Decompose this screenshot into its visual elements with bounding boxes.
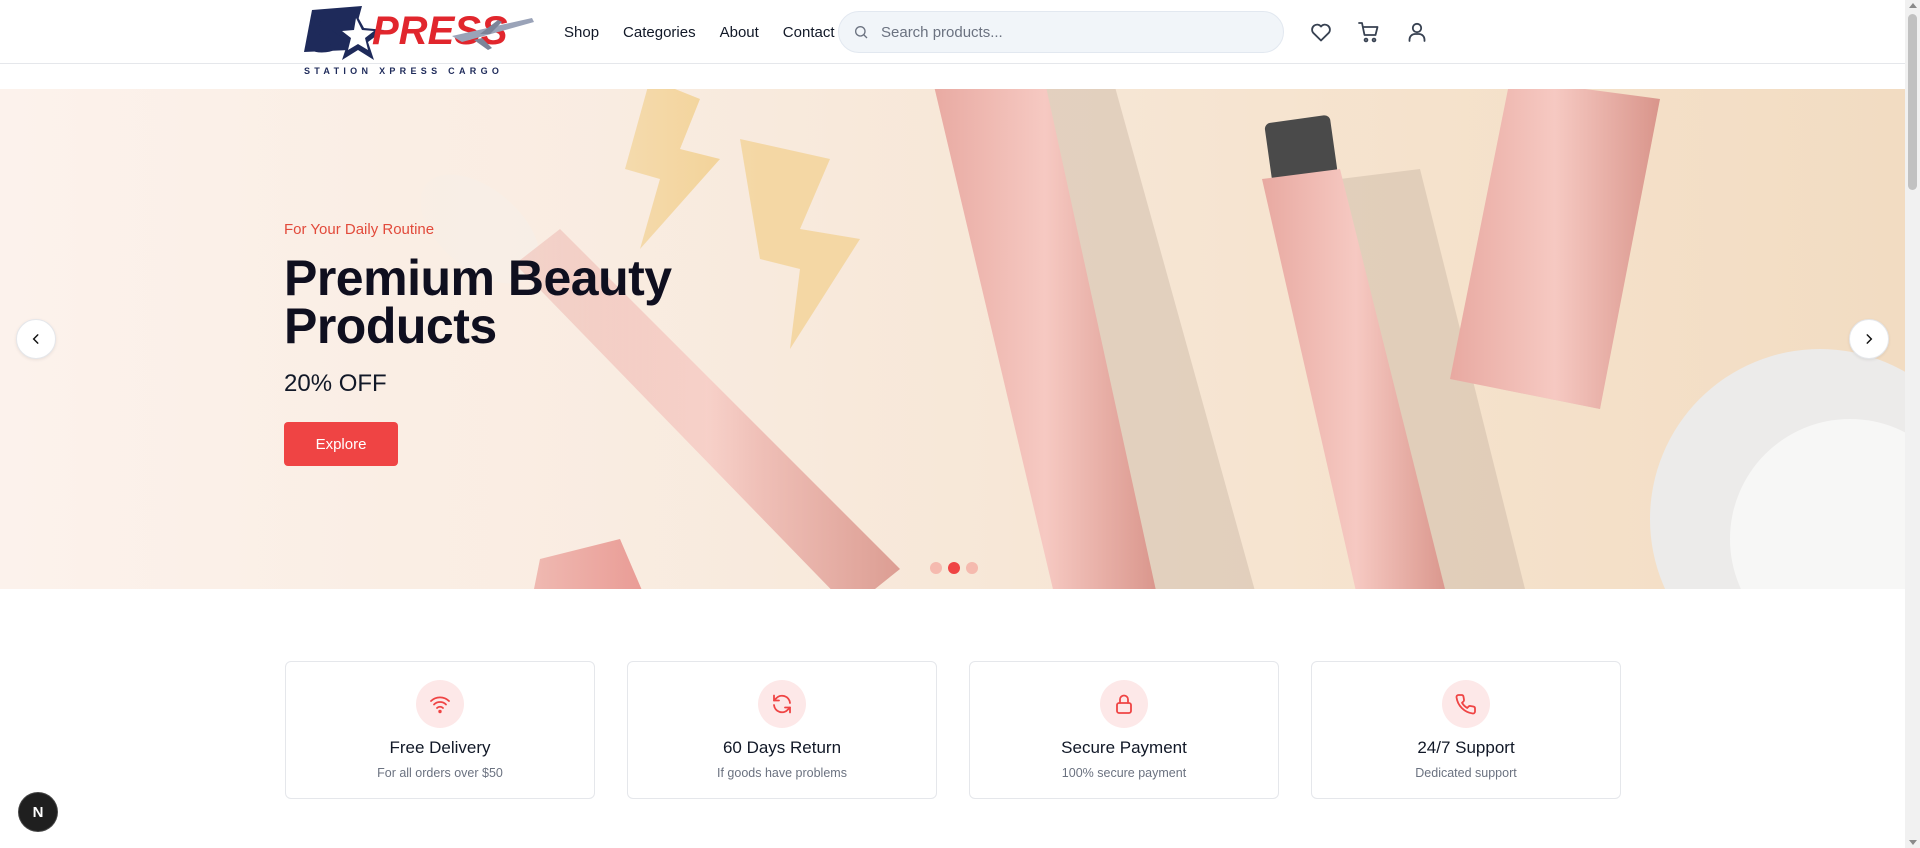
page-scrollbar[interactable] [1905, 0, 1920, 848]
feature-desc: If goods have problems [717, 766, 847, 780]
feature-icon-wrap [758, 680, 806, 728]
nav-contact[interactable]: Contact [783, 24, 835, 41]
hero-title-line2: Products [284, 298, 497, 354]
feature-title: Secure Payment [1061, 738, 1187, 757]
hero-title-line1: Premium Beauty [284, 250, 672, 306]
feature-card-payment: Secure Payment 100% secure payment [969, 661, 1279, 799]
n-logo-icon: N [33, 804, 44, 821]
nav-about[interactable]: About [720, 24, 759, 41]
hero-subtitle: For Your Daily Routine [284, 221, 435, 238]
feature-title: 24/7 Support [1417, 738, 1515, 757]
dev-badge-letter: N [33, 804, 44, 821]
feature-desc: Dedicated support [1415, 766, 1517, 780]
heart-icon [1311, 23, 1331, 42]
slide-dot-2[interactable] [948, 562, 960, 574]
hero-title: Premium Beauty Products [284, 250, 672, 354]
refresh-icon [773, 694, 791, 714]
feature-card-delivery: Free Delivery For all orders over $50 [285, 661, 595, 799]
wishlist-button[interactable] [1307, 18, 1335, 46]
features-row: Free Delivery For all orders over $50 60… [285, 661, 1621, 799]
feature-icon-wrap [1100, 680, 1148, 728]
next-slide-button[interactable] [1849, 319, 1889, 359]
feature-icon-wrap [1442, 680, 1490, 728]
chevron-left-icon [32, 334, 39, 344]
feature-title: Free Delivery [389, 738, 491, 757]
explore-button[interactable]: Explore [284, 422, 398, 466]
wifi-icon [430, 696, 450, 714]
feature-desc: 100% secure payment [1061, 766, 1187, 780]
phone-icon [1455, 694, 1476, 715]
logo-s-letter: S [306, 4, 342, 64]
cart-icon [1358, 22, 1379, 43]
feature-icon-wrap [416, 680, 464, 728]
cart-button[interactable] [1355, 18, 1383, 46]
site-header: S PRESS STATION XPRESS CARGO Shop Catego… [0, 0, 1905, 76]
slide-dot-3[interactable] [966, 562, 978, 574]
feature-title: 60 Days Return [722, 738, 842, 757]
hero-offer: 20% OFF [284, 370, 387, 397]
dev-tools-badge[interactable]: N [19, 793, 57, 831]
scroll-up-arrow[interactable] [1909, 3, 1917, 8]
search-icon [855, 26, 868, 39]
search-bar[interactable] [838, 11, 1284, 53]
nav-shop[interactable]: Shop [564, 24, 599, 41]
scroll-down-arrow[interactable] [1909, 840, 1917, 845]
nav-categories[interactable]: Categories [623, 24, 696, 41]
lock-icon [1116, 694, 1132, 714]
account-button[interactable] [1403, 18, 1431, 46]
feature-card-return: 60 Days Return If goods have problems [627, 661, 937, 799]
prev-slide-button[interactable] [16, 319, 56, 359]
brand-tagline: STATION XPRESS CARGO [304, 66, 504, 76]
slide-dot-1[interactable] [930, 562, 942, 574]
user-icon [1408, 22, 1426, 42]
search-input[interactable] [881, 23, 1261, 41]
main-nav: Shop Categories About Contact [564, 0, 835, 64]
scroll-thumb[interactable] [1908, 14, 1917, 190]
feature-card-support: 24/7 Support Dedicated support [1311, 661, 1621, 799]
hero-content: For Your Daily Routine Premium Beauty Pr… [284, 221, 672, 466]
chevron-right-icon [1866, 334, 1873, 344]
hero-banner: For Your Daily Routine Premium Beauty Pr… [0, 89, 1905, 589]
slide-indicators [930, 562, 978, 574]
feature-desc: For all orders over $50 [377, 766, 503, 780]
